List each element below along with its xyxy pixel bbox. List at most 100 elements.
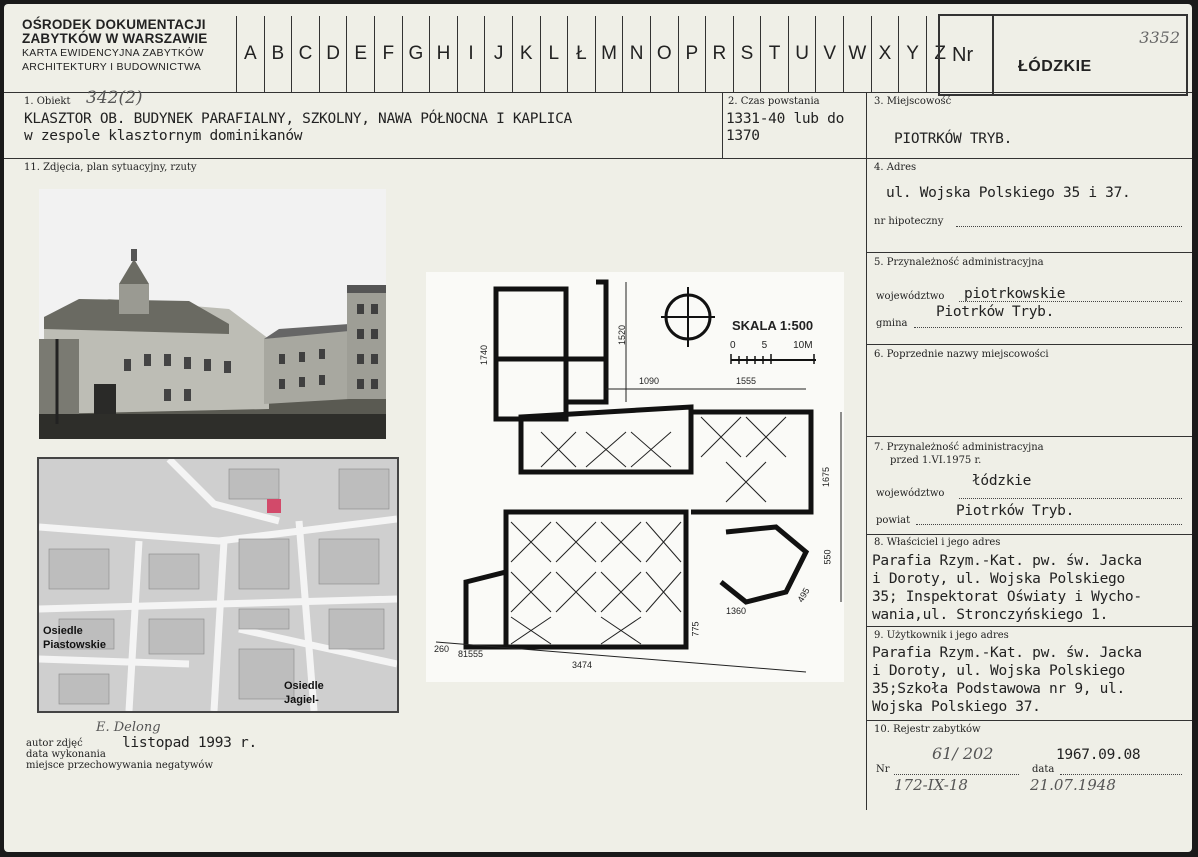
divider bbox=[866, 626, 1192, 627]
building-photo-drawing bbox=[39, 189, 386, 439]
voivodeship-label: województwo bbox=[876, 291, 945, 302]
district-label: powiat bbox=[876, 515, 911, 526]
object-handwritten-code: 342(2) bbox=[86, 88, 143, 108]
letter-cell: Y bbox=[898, 16, 926, 92]
old-registry-number: 172-IX-18 bbox=[894, 776, 968, 794]
alphabet-index: ABCDEFGHIJKLŁMNOPRSTUVWXYZ bbox=[236, 16, 953, 92]
letter-cell: P bbox=[677, 16, 706, 92]
address-value: ul. Wojska Polskiego 35 i 37. bbox=[886, 185, 1131, 201]
photo-date-value: listopad 1993 r. bbox=[122, 735, 257, 751]
scale-tick-0: 0 bbox=[730, 340, 736, 351]
registry-date-label: data bbox=[1032, 764, 1055, 775]
divider bbox=[722, 92, 723, 158]
floor-plan-drawing bbox=[435, 279, 842, 673]
divider bbox=[866, 534, 1192, 535]
divider bbox=[866, 720, 1192, 721]
commune-label: gmina bbox=[876, 318, 908, 329]
dim-81555: 81555 bbox=[458, 649, 484, 659]
user-value: Parafia Rzym.-Kat. pw. św. Jacka i Dorot… bbox=[872, 645, 1142, 715]
voivodeship-line bbox=[959, 301, 1182, 302]
former-voivodeship-value: łódzkie bbox=[972, 473, 1032, 489]
photo-date-label: data wykonania bbox=[26, 749, 106, 760]
dim-1360: 1360 bbox=[726, 606, 747, 616]
dim-260: 260 bbox=[434, 644, 450, 654]
scale-tick-10: 10M bbox=[793, 340, 813, 351]
letter-cell: E bbox=[346, 16, 374, 92]
letter-cell: W bbox=[843, 16, 871, 92]
mortgage-label: nr hipoteczny bbox=[874, 216, 944, 227]
dim-550: 550 bbox=[822, 549, 833, 565]
registry-number-line bbox=[894, 774, 1019, 775]
former-voivodeship-line bbox=[959, 498, 1182, 499]
divider bbox=[866, 436, 1192, 437]
field10-label: 10. Rejestr zabytków bbox=[874, 724, 981, 735]
letter-cell: J bbox=[484, 16, 512, 92]
letter-cell: L bbox=[539, 16, 568, 92]
old-registry-date: 21.07.1948 bbox=[1030, 776, 1116, 794]
locality-value: PIOTRKÓW TRYB. bbox=[894, 131, 1013, 147]
letter-cell: S bbox=[732, 16, 761, 92]
commune-line bbox=[914, 327, 1182, 328]
floor-plan: SKALA 1:500 0 5 10M 1090 1555 1740 1520 … bbox=[426, 272, 844, 682]
divider bbox=[866, 344, 1192, 345]
field5-label: 5. Przynależność administracyjna bbox=[874, 257, 1044, 268]
situation-map: Osiedle Piastowskie Osiedle Jagiel- bbox=[37, 457, 399, 713]
letter-cell: R bbox=[705, 16, 733, 92]
letter-cell: H bbox=[429, 16, 457, 92]
field8-label: 8. Właściciel i jego adres bbox=[874, 537, 1001, 548]
letter-cell: U bbox=[787, 16, 816, 92]
letter-cell: V bbox=[815, 16, 843, 92]
dim-1740: 1740 bbox=[479, 344, 490, 366]
letter-cell: D bbox=[318, 16, 347, 92]
field3-label: 3. Miejscowość bbox=[874, 96, 952, 107]
map-label-osiedle-jagiellonskie: Osiedle Jagiel- bbox=[284, 680, 324, 706]
registry-date-value: 1967.09.08 bbox=[1056, 747, 1141, 763]
letter-cell: B bbox=[263, 16, 292, 92]
field1-label: 1. Obiekt bbox=[24, 96, 71, 107]
registry-card: OŚRODEK DOKUMENTACJI ZABYTKÓW W WARSZAWI… bbox=[4, 4, 1192, 852]
registry-date-line bbox=[1060, 774, 1182, 775]
dim-1675: 1675 bbox=[821, 466, 832, 488]
header-divider bbox=[4, 92, 1192, 93]
letter-cell: C bbox=[291, 16, 319, 92]
commune-value: Piotrków Tryb. bbox=[936, 304, 1055, 320]
object-name-line2: w zespole klasztornym dominikanów bbox=[24, 128, 303, 144]
letter-cell: M bbox=[594, 16, 623, 92]
object-name-line1: KLASZTOR OB. BUDYNEK PARAFIALNY, SZKOLNY… bbox=[24, 111, 572, 127]
negatives-label: miejsce przechowywania negatywów bbox=[26, 760, 213, 771]
field7-label: 7. Przynależność administracyjna bbox=[874, 442, 1044, 453]
mortgage-line bbox=[956, 226, 1182, 227]
map-drawing bbox=[39, 459, 397, 711]
letter-cell: N bbox=[622, 16, 650, 92]
scale-label: SKALA 1:500 bbox=[732, 318, 814, 333]
field6-label: 6. Poprzednie nazwy miejscowości bbox=[874, 349, 1049, 360]
scale-ticks: 0 5 10M bbox=[730, 340, 813, 351]
district-value: Piotrków Tryb. bbox=[956, 503, 1075, 519]
period-line1: 1331-40 lub do bbox=[726, 111, 845, 127]
field9-label: 9. Użytkownik i jego adres bbox=[874, 630, 1009, 641]
building-photo bbox=[39, 189, 386, 439]
row-divider bbox=[4, 158, 1192, 159]
letter-cell: F bbox=[373, 16, 402, 92]
voivodeship-value: ŁÓDZKIE bbox=[1018, 58, 1092, 75]
letter-cell: G bbox=[401, 16, 430, 92]
owner-value: Parafia Rzym.-Kat. pw. św. Jacka i Dorot… bbox=[872, 553, 1142, 623]
map-label-osiedle-piastowskie: Osiedle Piastowskie bbox=[43, 625, 106, 651]
registry-number-label: Nr bbox=[876, 764, 890, 775]
letter-cell: X bbox=[870, 16, 899, 92]
letter-cell: A bbox=[236, 16, 264, 92]
header-organization: OŚRODEK DOKUMENTACJI ZABYTKÓW W WARSZAWI… bbox=[22, 17, 208, 74]
letter-cell: T bbox=[760, 16, 788, 92]
photo-author-handwritten: E. Delong bbox=[96, 720, 161, 735]
dim-3474: 3474 bbox=[572, 660, 593, 670]
field4-label: 4. Adres bbox=[874, 162, 917, 173]
field7-sublabel: przed 1.VI.1975 r. bbox=[890, 455, 982, 466]
number-label: Nr bbox=[952, 44, 974, 66]
dim-1090: 1090 bbox=[639, 376, 660, 386]
number-box: Nr ŁÓDZKIE 3352 bbox=[938, 14, 1188, 96]
former-voivodeship-label: województwo bbox=[876, 488, 945, 499]
letter-cell: I bbox=[456, 16, 485, 92]
photo-author-label: autor zdjęć bbox=[26, 738, 83, 749]
letter-cell: Ł bbox=[567, 16, 595, 92]
handwritten-number: 3352 bbox=[1139, 28, 1180, 47]
